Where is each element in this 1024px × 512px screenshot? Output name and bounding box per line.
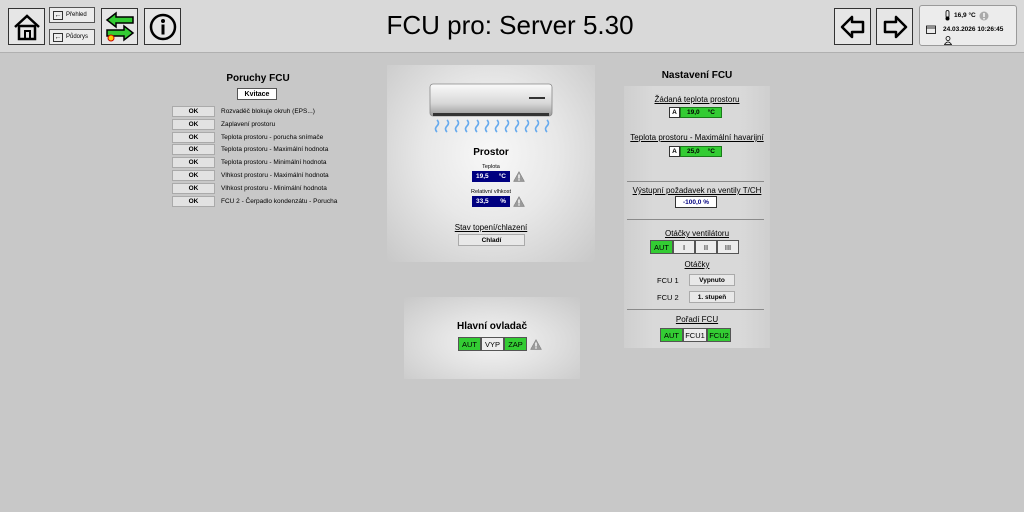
next-button[interactable] bbox=[876, 8, 913, 45]
arrow-right-icon bbox=[883, 15, 907, 38]
fault-row: OK Zaplavení prostoru bbox=[172, 118, 276, 130]
fcu-order-switch: AUT FCU1 FCU2 bbox=[660, 328, 731, 342]
divider bbox=[627, 219, 764, 220]
fault-status: OK bbox=[172, 131, 215, 143]
fcu2-label: FCU 2 bbox=[657, 293, 679, 302]
emergency-temp-label: Teplota prostoru - Maximální havarijní bbox=[630, 133, 764, 142]
setpoint-control: A 19,0 °C bbox=[669, 107, 722, 118]
fault-status: OK bbox=[172, 106, 215, 117]
emergency-temp-control: A 25,0 °C bbox=[669, 146, 722, 157]
main-control-aut[interactable]: AUT bbox=[458, 337, 481, 351]
thermometer-icon bbox=[945, 10, 950, 21]
fcu-order-aut[interactable]: AUT bbox=[660, 328, 683, 342]
home-button[interactable] bbox=[8, 8, 45, 45]
fcu1-label: FCU 1 bbox=[657, 276, 679, 285]
acknowledge-button[interactable]: Kvitace bbox=[237, 88, 277, 100]
home-icon bbox=[13, 13, 40, 40]
main-control-zap[interactable]: ZAP bbox=[504, 337, 527, 351]
fault-status: OK bbox=[172, 157, 215, 169]
arrow-left-icon bbox=[840, 15, 864, 38]
fault-text: Zaplavení prostoru bbox=[221, 120, 276, 128]
faults-title: Poruchy FCU bbox=[226, 73, 290, 84]
main-control-title: Hlavní ovladač bbox=[456, 321, 528, 332]
valve-demand-label: Výstupní požadavek na ventily T/CH bbox=[632, 186, 762, 195]
fault-status: OK bbox=[172, 118, 215, 130]
floorplan-button[interactable]: ← Půdorys bbox=[49, 29, 95, 45]
fault-row: OK Teplota prostoru - Minimální hodnota bbox=[172, 157, 327, 169]
faults-panel: Poruchy FCU Kvitace OK Rozvaděč blokuje o… bbox=[172, 73, 372, 207]
valve-demand-value: -100,0 % bbox=[675, 196, 717, 208]
previous-button[interactable] bbox=[834, 8, 871, 45]
fault-row: OK Vlhkost prostoru - Maximální hodnota bbox=[172, 170, 329, 181]
arrow-left-icon: ← bbox=[53, 10, 63, 20]
room-temperature-value: 19,5 °C bbox=[472, 171, 510, 182]
fcu-order-fcu2[interactable]: FCU2 bbox=[707, 328, 731, 342]
fan-speed-aut[interactable]: AUT bbox=[650, 240, 673, 254]
datetime: 24.03.2026 10:26:45 bbox=[943, 26, 1004, 33]
alert-circle-icon bbox=[979, 11, 989, 20]
status-info-box: 16,9 °C 24.03.2026 10:26:45 bbox=[919, 5, 1017, 46]
speed-label: Otáčky bbox=[684, 260, 710, 269]
exchange-arrows-icon bbox=[105, 10, 134, 42]
main-control-panel: Hlavní ovladač AUT VYP ZAP bbox=[404, 297, 580, 379]
fault-text: Teplota prostoru - porucha snímače bbox=[221, 133, 324, 141]
fault-row: OK Teplota prostoru - Maximální hodnota bbox=[172, 144, 329, 156]
fault-text: FCU 2 - Čerpadlo kondenzátu - Porucha bbox=[221, 197, 338, 205]
fault-row: OK FCU 2 - Čerpadlo kondenzátu - Porucha bbox=[172, 195, 338, 207]
arrow-left-icon: ← bbox=[53, 32, 63, 42]
warning-icon[interactable] bbox=[530, 339, 542, 350]
calendar-icon bbox=[926, 25, 936, 34]
fault-row: OK Rozvaděč blokuje okruh (EPS...) bbox=[172, 106, 315, 117]
fan-speed-label: Otáčky ventilátoru bbox=[664, 229, 730, 238]
fault-text: Vlhkost prostoru - Maximální hodnota bbox=[221, 172, 329, 179]
divider bbox=[627, 309, 764, 310]
humidity-label: Relativní vlhkost bbox=[470, 189, 512, 195]
space-title: Prostor bbox=[473, 147, 509, 158]
setpoint-value[interactable]: 19,0 °C bbox=[680, 107, 722, 118]
overview-button[interactable]: ← Přehled bbox=[49, 7, 95, 23]
setpoint-label: Žádaná teplota prostoru bbox=[654, 95, 740, 104]
outdoor-temperature: 16,9 °C bbox=[954, 12, 976, 19]
fcu2-speed-value: 1. stupeň bbox=[689, 291, 735, 303]
fcu-unit-icon bbox=[429, 83, 553, 133]
fault-row: OK Teplota prostoru - porucha snímače bbox=[172, 131, 324, 143]
room-humidity-value: 33,5 % bbox=[472, 196, 510, 207]
info-icon bbox=[149, 13, 176, 40]
warning-icon[interactable] bbox=[513, 171, 525, 182]
warning-icon[interactable] bbox=[513, 196, 525, 207]
emergency-temp-value[interactable]: 25,0 °C bbox=[680, 146, 722, 157]
top-bar: ← Přehled ← Půdorys FCU pro: Server 5.30 bbox=[0, 0, 1024, 53]
fault-status: OK bbox=[172, 182, 215, 194]
user-icon[interactable] bbox=[944, 36, 952, 45]
fault-text: Rozvaděč blokuje okruh (EPS...) bbox=[221, 108, 315, 115]
main-control-vyp[interactable]: VYP bbox=[481, 337, 504, 351]
page-title: FCU pro: Server 5.30 bbox=[386, 10, 634, 40]
fan-speed-switch: AUT I II III bbox=[650, 240, 739, 254]
fcu1-speed-value: Vypnuto bbox=[689, 274, 735, 286]
heating-cooling-status: Chladí bbox=[458, 234, 525, 246]
setpoint-mode[interactable]: A bbox=[669, 107, 680, 118]
divider bbox=[627, 181, 764, 182]
info-button[interactable] bbox=[144, 8, 181, 45]
temperature-label: Teplota bbox=[482, 164, 500, 170]
fcu-order-label: Pořadí FCU bbox=[675, 315, 719, 324]
fault-status: OK bbox=[172, 195, 215, 207]
settings-panel: Žádaná teplota prostoru A 19,0 °C Teplot… bbox=[624, 86, 770, 348]
fault-status: OK bbox=[172, 170, 215, 181]
settings-title: Nastavení FCU bbox=[661, 70, 733, 81]
switch-view-button[interactable] bbox=[101, 8, 138, 45]
fan-speed-1[interactable]: I bbox=[673, 240, 695, 254]
main-control-switch: AUT VYP ZAP bbox=[458, 337, 527, 351]
fault-status: OK bbox=[172, 144, 215, 156]
fan-speed-3[interactable]: III bbox=[717, 240, 739, 254]
fan-speed-2[interactable]: II bbox=[695, 240, 717, 254]
fault-row: OK Vlhkost prostoru - Minimální hodnota bbox=[172, 182, 327, 194]
fault-text: Teplota prostoru - Maximální hodnota bbox=[221, 146, 329, 154]
heating-cooling-label: Stav topení/chlazení bbox=[454, 223, 528, 232]
fault-text: Vlhkost prostoru - Minimální hodnota bbox=[221, 184, 327, 192]
emergency-temp-mode[interactable]: A bbox=[669, 146, 680, 157]
fault-text: Teplota prostoru - Minimální hodnota bbox=[221, 159, 327, 167]
fcu-order-fcu1[interactable]: FCU1 bbox=[683, 328, 707, 342]
space-panel: Prostor Teplota 19,5 °C Relativní vlhkos… bbox=[387, 65, 595, 262]
